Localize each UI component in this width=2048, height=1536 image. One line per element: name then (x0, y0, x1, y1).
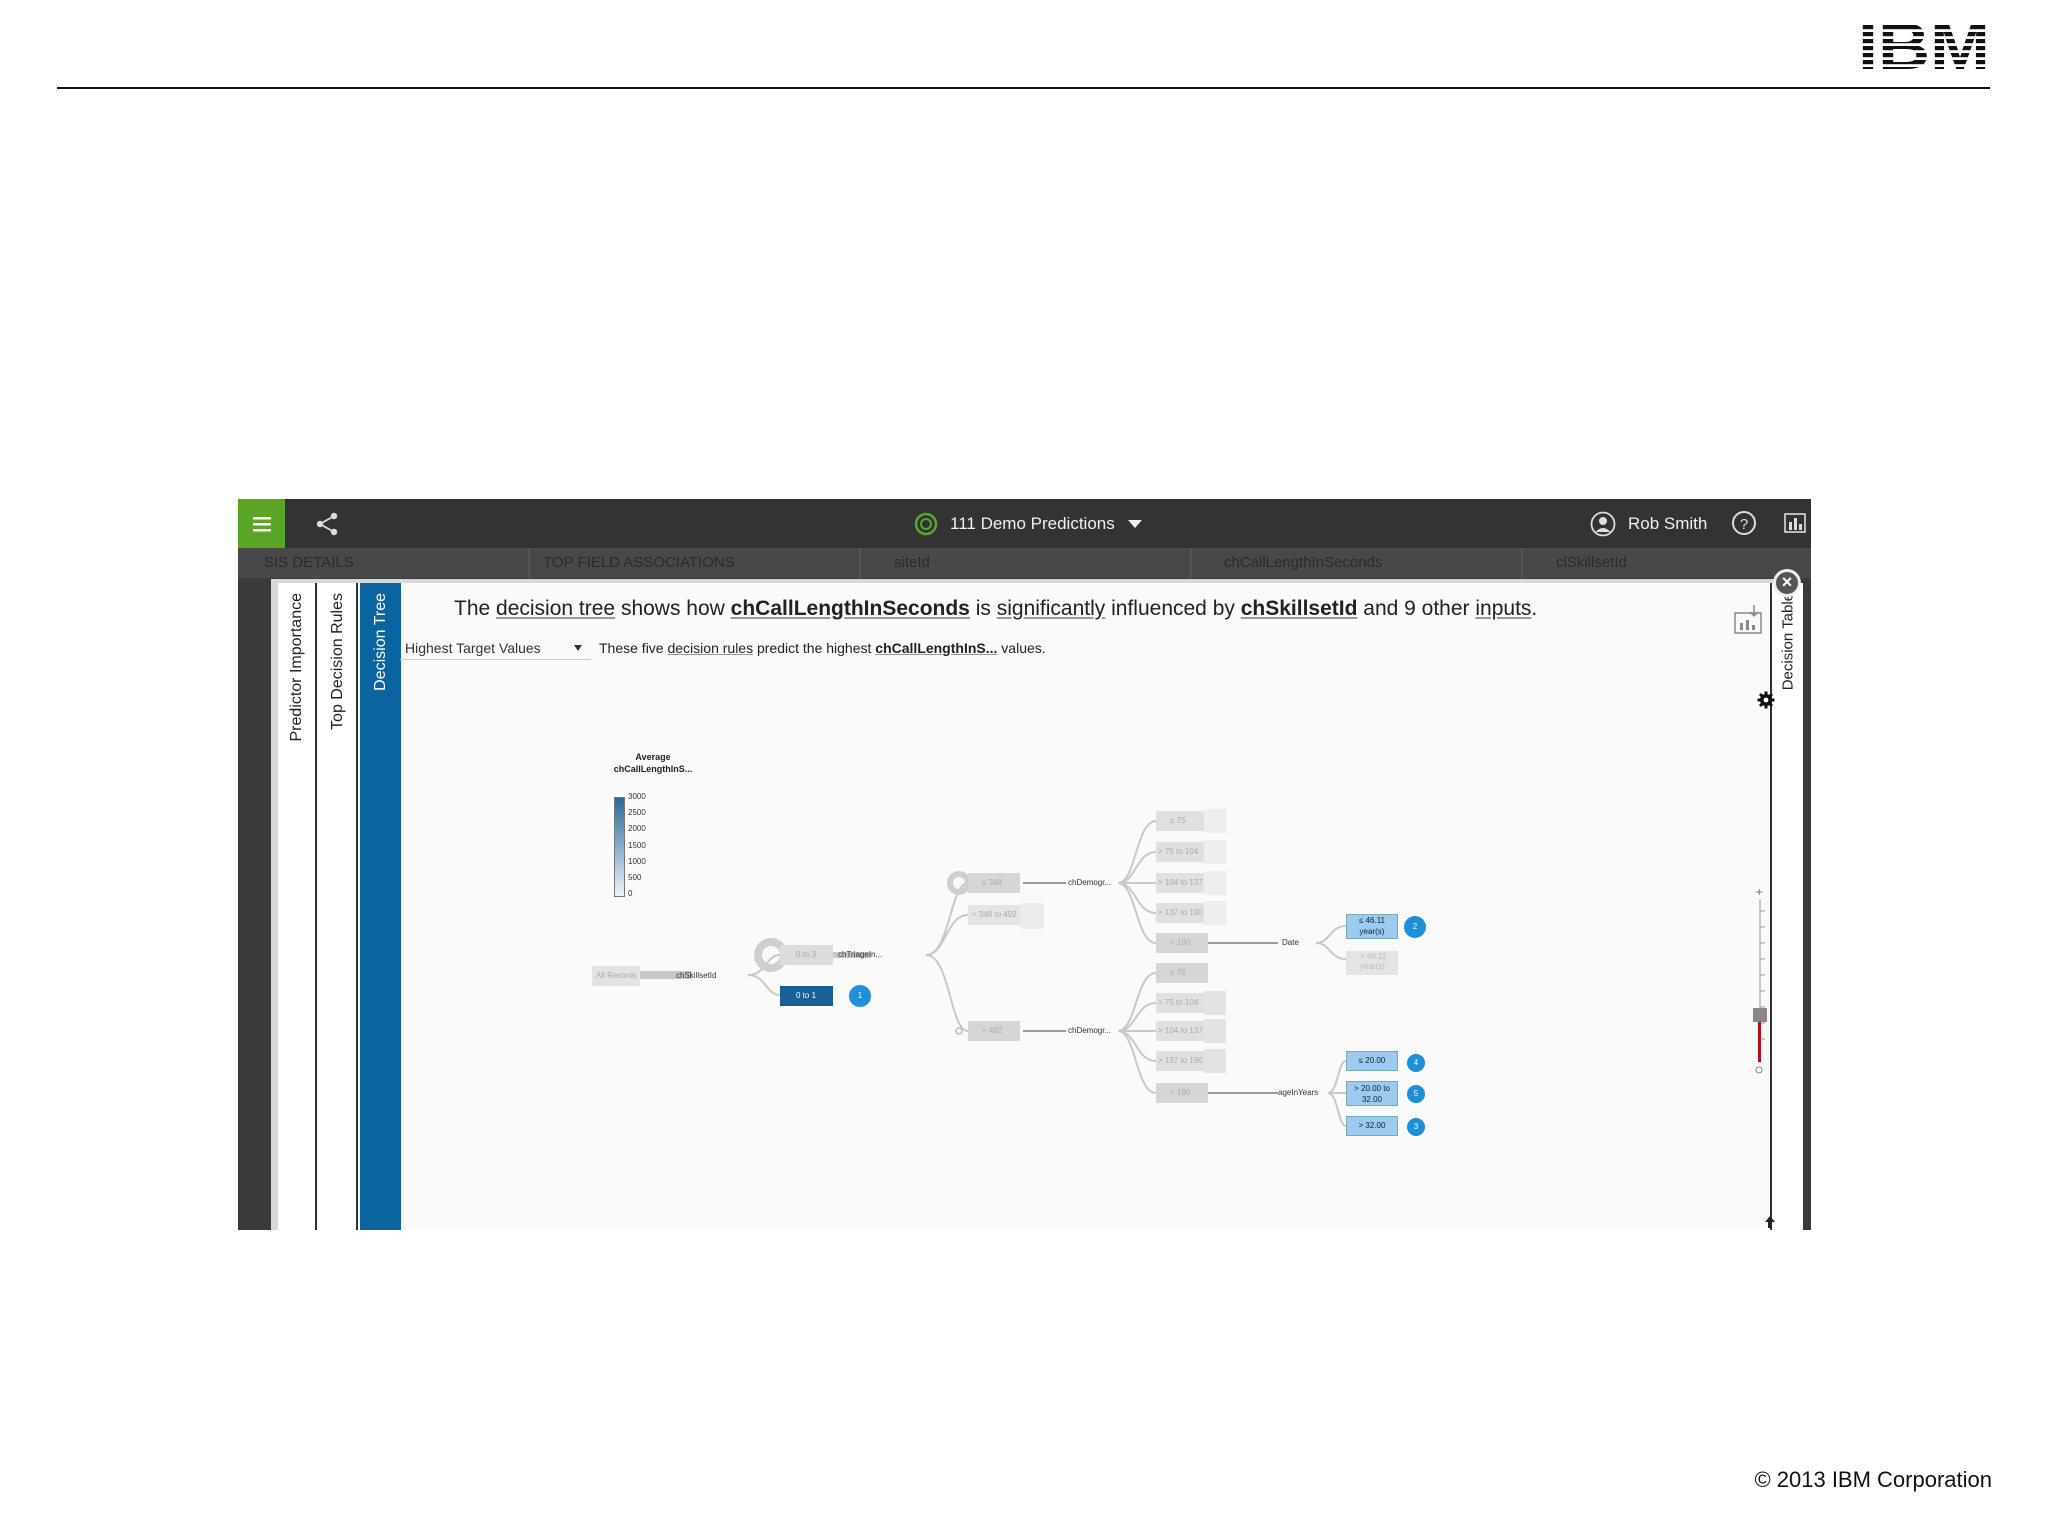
ibm-logo: IBM (1858, 18, 1990, 74)
decision-tree-modal: Predictor Importance Top Decision Rules … (271, 579, 1803, 1230)
tree-leaf[interactable]: ≤ 20.00 (1346, 1051, 1398, 1071)
app-title-group[interactable]: 111 Demo Predictions (914, 509, 1143, 539)
report-icon[interactable] (1784, 513, 1806, 533)
leaf-label: > 46.11 (1360, 952, 1387, 961)
tree-node[interactable]: > 348 to 492 (972, 910, 1017, 919)
tree-node[interactable]: > 137 to 190 (1158, 908, 1203, 917)
rule-badge[interactable]: 5 (1407, 1085, 1425, 1103)
menu-button[interactable] (238, 499, 285, 548)
predictions-icon (914, 512, 938, 536)
tree-node[interactable]: ≤ 75 (1170, 816, 1186, 825)
rule-badge[interactable]: 4 (1407, 1054, 1425, 1072)
chevron-down-icon[interactable] (1127, 519, 1143, 529)
help-icon[interactable]: ? (1732, 511, 1756, 535)
card-separator (528, 548, 530, 578)
tree-split-variable: chDemogr... (1068, 1026, 1112, 1035)
card-separator (859, 548, 861, 578)
tree-node[interactable]: > 46.11 year(s) (1360, 952, 1386, 972)
tree-node[interactable]: > 137 to 190 (1158, 1056, 1203, 1065)
tree-node[interactable]: ≤ 348 (982, 878, 1002, 887)
card-separator (1190, 548, 1192, 578)
card-tab[interactable]: chCallLengthInSeconds (1224, 554, 1464, 571)
tree-node[interactable]: ≤ 75 (1170, 968, 1186, 977)
tree-leaf[interactable]: > 32.00 (1346, 1116, 1398, 1136)
header-rule (57, 87, 1990, 89)
card-tab[interactable]: SIS DETAILS (264, 554, 444, 571)
decision-tree-graph (592, 809, 1398, 1127)
close-icon[interactable]: × (1773, 569, 1801, 597)
tree-leaf[interactable]: > 20.00 to 32.00 (1346, 1081, 1398, 1106)
app-title: 111 Demo Predictions (950, 514, 1115, 533)
card-tab[interactable]: TOP FIELD ASSOCIATIONS (543, 554, 783, 571)
tree-node[interactable]: > 190 (1170, 1088, 1190, 1097)
tree-split-variable: chDemogr... (1068, 878, 1112, 887)
rule-badge[interactable]: 1 (849, 985, 871, 1007)
rule-badge[interactable]: 2 (1404, 916, 1426, 938)
app-window: 111 Demo Predictions Rob Smith ? SIS DET… (238, 499, 1811, 1230)
leaf-label: year(s) (1360, 962, 1385, 971)
tree-node[interactable]: 0 to 3 (796, 950, 816, 959)
tree-leaf[interactable]: ≤ 46.11 year(s) (1346, 914, 1398, 939)
tree-split-variable: chTriageIn... (838, 950, 883, 959)
tree-node[interactable]: 0 to 1 (796, 991, 816, 1000)
user-name: Rob Smith (1628, 514, 1708, 533)
tree-node[interactable]: > 75 to 104 (1158, 847, 1198, 856)
tree-node[interactable]: > 104 to 137 (1158, 878, 1203, 887)
user-avatar-icon (1590, 511, 1616, 537)
user-menu[interactable]: Rob Smith (1590, 509, 1707, 539)
tree-node[interactable]: > 75 to 104 (1158, 998, 1198, 1007)
card-separator (1521, 548, 1523, 578)
tree-node[interactable]: > 104 to 137 (1158, 1026, 1203, 1035)
card-tab[interactable]: clSkillsetId (1556, 554, 1756, 571)
tree-split-variable: chSkillsetId (676, 971, 717, 980)
top-bar: 111 Demo Predictions Rob Smith ? (238, 499, 1811, 548)
hamburger-icon (252, 516, 271, 531)
leaf-label: year(s) (1359, 927, 1385, 936)
copyright-text: © 2013 IBM Corporation (1754, 1467, 1992, 1492)
tree-node[interactable]: > 492 (982, 1026, 1002, 1035)
card-strip: SIS DETAILS TOP FIELD ASSOCIATIONS siteI… (238, 548, 1811, 578)
card-tab[interactable]: siteId (894, 554, 1094, 571)
tree-node-root[interactable]: All Records (596, 971, 637, 980)
rule-badge[interactable]: 3 (1407, 1118, 1425, 1136)
leaf-label: ≤ 46.11 (1358, 916, 1386, 925)
tree-split-variable: ageInYears (1278, 1088, 1319, 1097)
tree-split-variable: Date (1282, 938, 1299, 947)
share-icon[interactable] (314, 511, 340, 537)
tree-node[interactable]: > 190 (1170, 938, 1190, 947)
